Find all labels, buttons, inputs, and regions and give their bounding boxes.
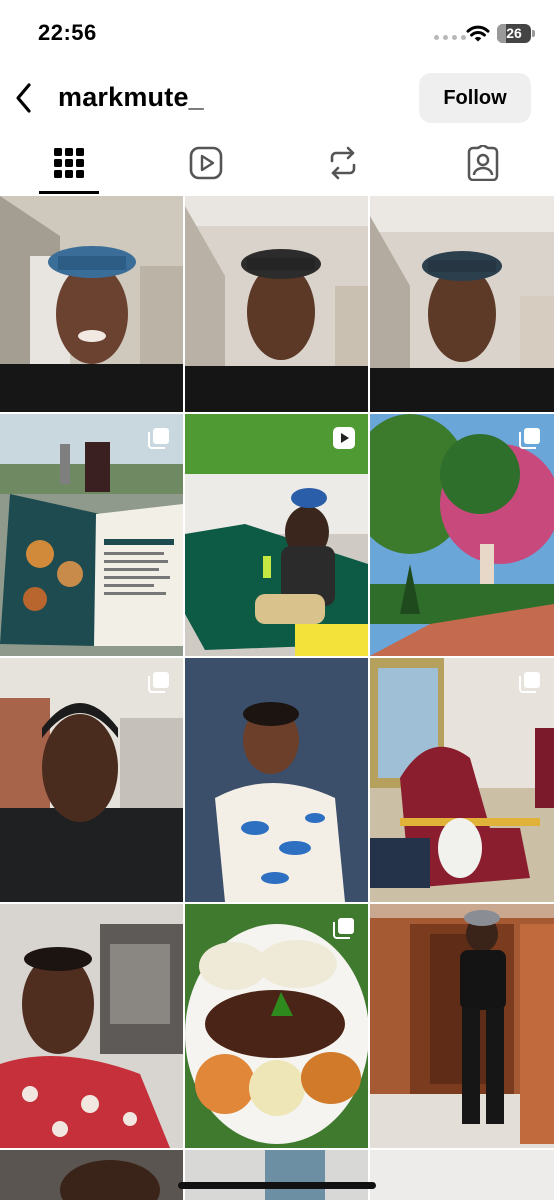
portrait-photo [0,658,183,902]
profile-header: markmute_ Follow [0,66,554,132]
reel-icon [333,427,355,449]
sofa-photo [185,414,368,656]
profile-tabs [0,132,554,194]
home-indicator[interactable] [178,1182,376,1189]
battery-percent: 26 [506,25,522,41]
wifi-icon [466,25,490,42]
tab-reposts[interactable] [297,132,389,194]
chevron-left-icon[interactable] [8,78,40,118]
post-sofa[interactable] [185,414,368,656]
post-garden[interactable] [370,414,554,656]
post-full-body[interactable] [370,904,554,1148]
post-food[interactable] [185,904,368,1148]
status-time: 22:56 [38,20,97,45]
person-tag-icon [467,145,499,181]
play-icon [189,146,223,180]
garden-photo [370,414,554,656]
partial-photo [185,1150,368,1200]
post-car-selfie[interactable] [0,904,183,1148]
post-selfie-cap-1[interactable] [0,196,183,412]
post-selfie-cap-3[interactable] [370,196,554,412]
selfie-photo [0,196,183,412]
carousel-icon [148,672,169,693]
profile-username: markmute_ [58,82,204,112]
tab-posts[interactable] [23,132,115,194]
food-photo [185,904,368,1148]
post-partial-1[interactable] [0,1150,183,1200]
chairs-photo [370,658,554,902]
repost-icon [330,146,356,180]
post-child[interactable] [185,658,368,902]
battery-icon: 26 [497,24,531,43]
post-chairs[interactable] [370,658,554,902]
child-photo [185,658,368,902]
carousel-icon [519,672,540,693]
post-menu[interactable] [0,414,183,656]
status-bar: 22:56 26 [0,0,554,66]
selfie-photo [370,196,554,412]
selfie-photo [185,196,368,412]
post-partial-3[interactable] [370,1150,554,1200]
carousel-icon [333,918,354,939]
car-selfie-photo [0,904,183,1148]
signal-icon [434,35,466,40]
full-body-photo [370,904,554,1148]
post-portrait[interactable] [0,658,183,902]
carousel-icon [519,428,540,449]
post-selfie-cap-2[interactable] [185,196,368,412]
carousel-icon [148,428,169,449]
grid-icon [54,148,84,178]
partial-photo [370,1150,554,1200]
partial-photo [0,1150,183,1200]
post-partial-2[interactable] [185,1150,368,1200]
tab-tagged[interactable] [437,132,529,194]
follow-button[interactable]: Follow [419,73,531,123]
menu-photo [0,414,183,656]
tab-reels[interactable] [160,132,252,194]
